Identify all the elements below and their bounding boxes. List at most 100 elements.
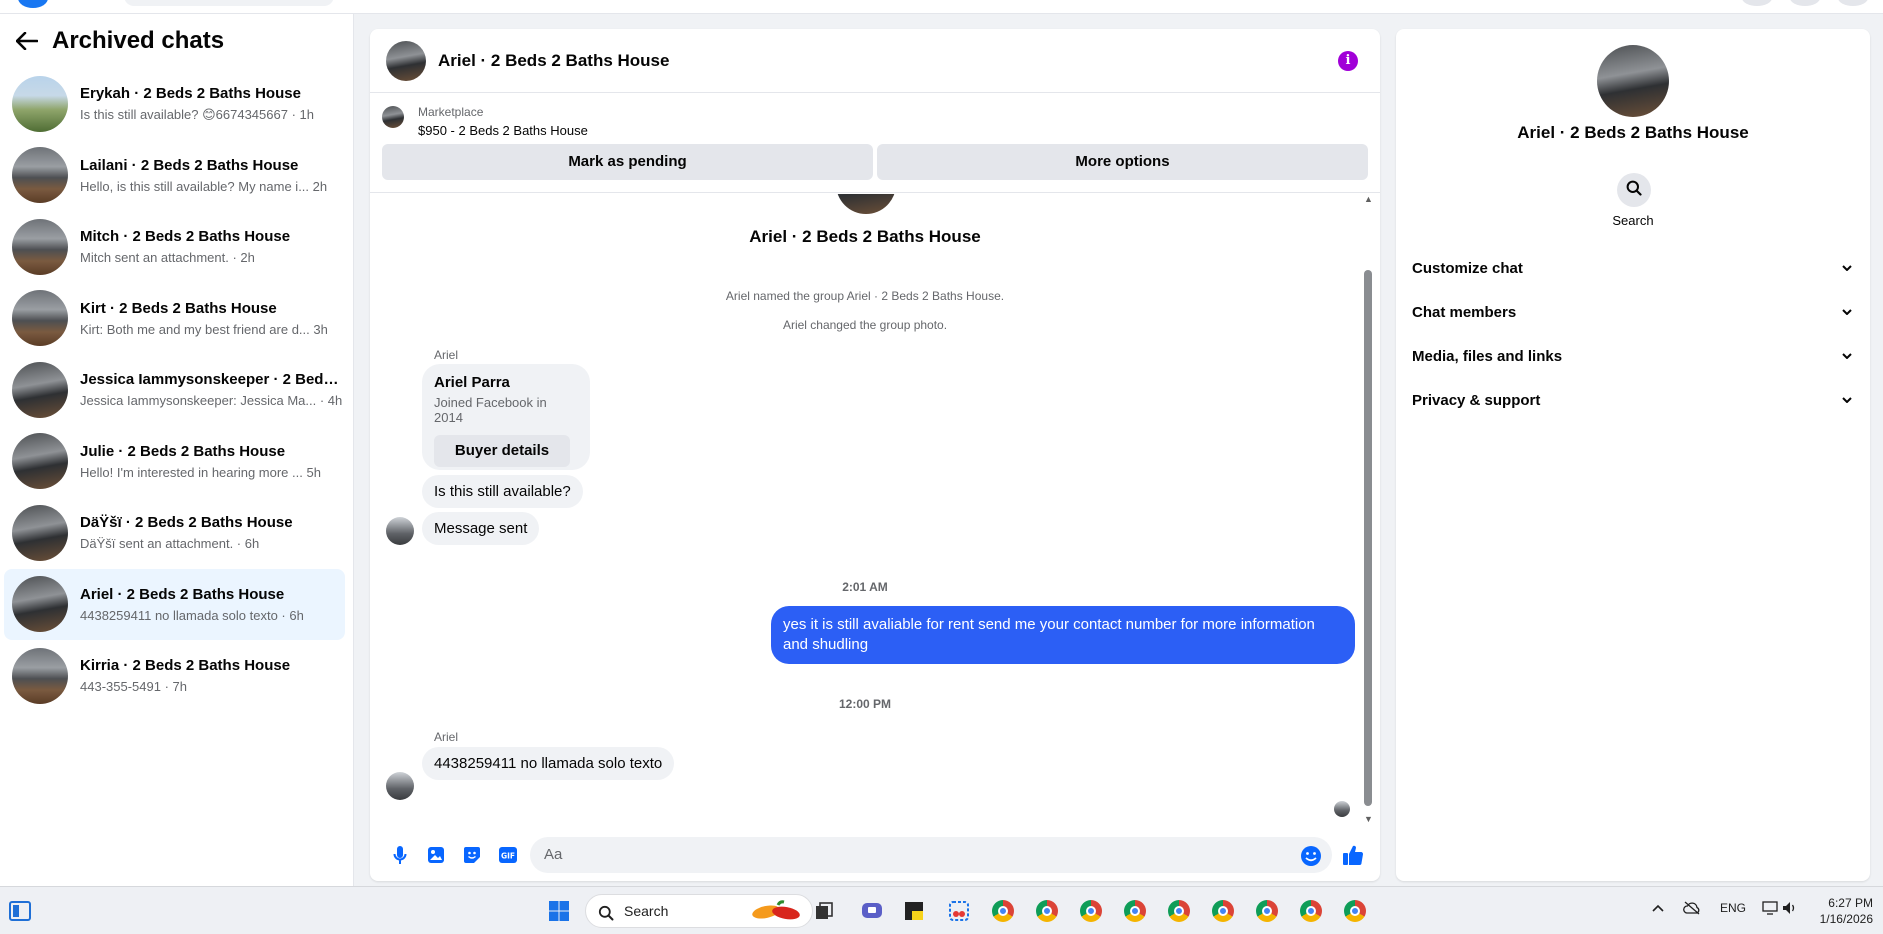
chat-list-item-jessica[interactable]: Jessica Iammysonskeeper · 2 Beds ... Jess… <box>4 354 345 426</box>
chat-name: DäŸšï · 2 Beds 2 Baths House <box>80 514 293 532</box>
chat-list-item-lailani[interactable]: Lailani · 2 Beds 2 Baths House Hello, is … <box>4 140 345 212</box>
chrome-icon[interactable] <box>989 897 1017 925</box>
chat-preview: 443-355-5491 · 7h <box>80 679 187 695</box>
scroll-up-arrow-icon[interactable]: ▲ <box>1364 194 1373 204</box>
chat-list-item-kirria[interactable]: Kirria · 2 Beds 2 Baths House 443-355-549… <box>4 640 345 712</box>
section-label: Customize chat <box>1412 259 1523 277</box>
avatar <box>12 75 68 132</box>
facebook-logo-icon[interactable] <box>18 0 48 8</box>
search-label: Search <box>1612 213 1654 228</box>
group-avatar <box>836 194 896 214</box>
conversation-header[interactable]: Ariel · 2 Beds 2 Baths House i <box>370 29 1380 93</box>
chat-list-item-erykah[interactable]: Erykah · 2 Beds 2 Baths House Is this sti… <box>4 68 345 140</box>
svg-text:GIF: GIF <box>501 852 515 861</box>
messenger-icon[interactable] <box>1790 0 1820 6</box>
more-options-button[interactable]: More options <box>877 144 1368 180</box>
chat-name: Kirt · 2 Beds 2 Baths House <box>80 299 277 317</box>
chat-name: Ariel · 2 Beds 2 Baths House <box>80 585 285 603</box>
taskbar-search-label: Search <box>624 903 669 919</box>
chrome-profile-3-icon[interactable] <box>1121 897 1149 925</box>
emoji-icon[interactable] <box>1300 845 1322 872</box>
gif-icon[interactable]: GIF <box>490 837 526 873</box>
chevron-down-icon <box>1842 262 1852 274</box>
chrome-profile-7-icon[interactable] <box>1297 897 1325 925</box>
chat-name: Mitch · 2 Beds 2 Baths House <box>80 228 291 246</box>
scroll-down-arrow-icon[interactable]: ▼ <box>1364 814 1373 824</box>
section-label: Media, files and links <box>1412 347 1563 365</box>
chat-list-item-julie[interactable]: Julie · 2 Beds 2 Baths House Hello! I'm i… <box>4 426 345 498</box>
language-indicator[interactable]: ENG <box>1720 901 1746 915</box>
message-input[interactable]: Aa <box>530 837 1332 873</box>
media-files-links-section[interactable]: Media, files and links <box>1412 338 1852 374</box>
sidebar-title: Archived chats <box>52 27 225 54</box>
chat-info-panel: Ariel · 2 Beds 2 Baths House Search Cust… <box>1396 29 1870 881</box>
message-bubble[interactable]: 4438259411 no llamada solo texto <box>422 747 675 780</box>
menu-icon[interactable] <box>1742 0 1772 6</box>
avatar <box>386 40 426 81</box>
system-message: Ariel named the group Ariel · 2 Beds 2 B… <box>725 289 1005 303</box>
chat-preview: Mitch sent an attachment. · 2h <box>80 250 255 266</box>
avatar <box>12 218 68 275</box>
clock-date: 1/16/2026 <box>1819 912 1873 926</box>
message-bubble[interactable]: Message sent <box>422 512 540 545</box>
chevron-up-icon[interactable] <box>1652 901 1664 915</box>
chrome-profile-4-icon[interactable] <box>1165 897 1193 925</box>
chat-list-item-daysi[interactable]: DäŸšï · 2 Beds 2 Baths House DäŸšï sent a… <box>4 497 345 569</box>
mark-as-pending-button[interactable]: Mark as pending <box>382 144 873 180</box>
message-composer: GIF Aa <box>370 829 1380 881</box>
chat-list-item-kirt[interactable]: Kirt · 2 Beds 2 Baths House Kirt: Both me… <box>4 283 345 355</box>
avatar <box>12 647 68 704</box>
chrome-profile-6-icon[interactable] <box>1253 897 1281 925</box>
snipping-tool-icon[interactable] <box>945 897 973 925</box>
conversation-title: Ariel · 2 Beds 2 Baths House <box>438 50 670 70</box>
microphone-icon[interactable] <box>382 837 418 873</box>
chili-peppers-icon <box>750 899 802 934</box>
chrome-profile-5-icon[interactable] <box>1209 897 1237 925</box>
chat-list-item-ariel[interactable]: Ariel · 2 Beds 2 Baths House 4438259411 n… <box>4 568 345 640</box>
info-icon[interactable]: i <box>1338 51 1358 71</box>
chat-list-item-mitch[interactable]: Mitch · 2 Beds 2 Baths House Mitch sent a… <box>4 211 345 283</box>
privacy-support-section[interactable]: Privacy & support <box>1412 382 1852 418</box>
buyer-details-button[interactable]: Buyer details <box>434 435 570 467</box>
avatar <box>12 361 68 418</box>
buyer-profile-card: Ariel Parra Joined Facebook in 2014 Buye… <box>422 364 590 470</box>
like-thumbs-up-icon[interactable] <box>1342 844 1364 871</box>
photo-icon[interactable] <box>418 837 454 873</box>
chevron-down-icon <box>1842 306 1852 318</box>
chat-name: Kirria · 2 Beds 2 Baths House <box>80 657 291 675</box>
chevron-down-icon <box>1842 350 1852 362</box>
facebook-search-input[interactable] <box>124 0 334 6</box>
sticker-icon[interactable] <box>454 837 490 873</box>
message-scrollbar[interactable]: ▲ ▼ <box>1364 194 1373 824</box>
message-bubble[interactable]: Is this still available? <box>422 475 583 508</box>
sticky-notes-icon[interactable] <box>900 897 928 925</box>
volume-icon[interactable] <box>1782 901 1798 918</box>
arrow-left-icon[interactable] <box>15 26 52 57</box>
onedrive-offline-icon[interactable] <box>1683 901 1701 918</box>
customize-chat-section[interactable]: Customize chat <box>1412 250 1852 286</box>
chrome-profile-1-icon[interactable] <box>1033 897 1061 925</box>
outgoing-message-bubble[interactable]: yes it is still avaliable for rent send … <box>771 606 1355 664</box>
chat-members-section[interactable]: Chat members <box>1412 294 1852 330</box>
taskbar-search-input[interactable]: Search <box>585 894 813 928</box>
sender-name: Ariel <box>434 730 459 744</box>
scrollbar-thumb[interactable] <box>1364 270 1372 806</box>
chrome-profile-2-icon[interactable] <box>1077 897 1105 925</box>
avatar <box>1597 45 1669 117</box>
search-in-conversation-button[interactable] <box>1617 173 1651 207</box>
windows-start-icon[interactable] <box>545 897 573 925</box>
teams-chat-icon[interactable] <box>858 897 886 925</box>
avatar <box>12 433 68 490</box>
widgets-icon[interactable] <box>6 897 34 925</box>
task-view-icon[interactable] <box>810 897 838 925</box>
system-clock[interactable]: 6:27 PM 1/16/2026 <box>1820 895 1873 927</box>
message-list: Ariel · 2 Beds 2 Baths House Ariel named… <box>370 194 1360 824</box>
notifications-icon[interactable] <box>1838 0 1868 6</box>
chevron-down-icon <box>1842 394 1852 406</box>
chrome-profile-8-icon[interactable] <box>1341 897 1369 925</box>
listing-title[interactable]: $950 - 2 Beds 2 Baths House <box>418 123 1368 138</box>
seen-receipt-avatar <box>1334 801 1350 817</box>
display-icon[interactable] <box>1762 901 1778 918</box>
chat-name: Jessica Iammysonskeeper · 2 Beds ... <box>80 371 342 389</box>
chat-name: Erykah · 2 Beds 2 Baths House <box>80 84 301 102</box>
